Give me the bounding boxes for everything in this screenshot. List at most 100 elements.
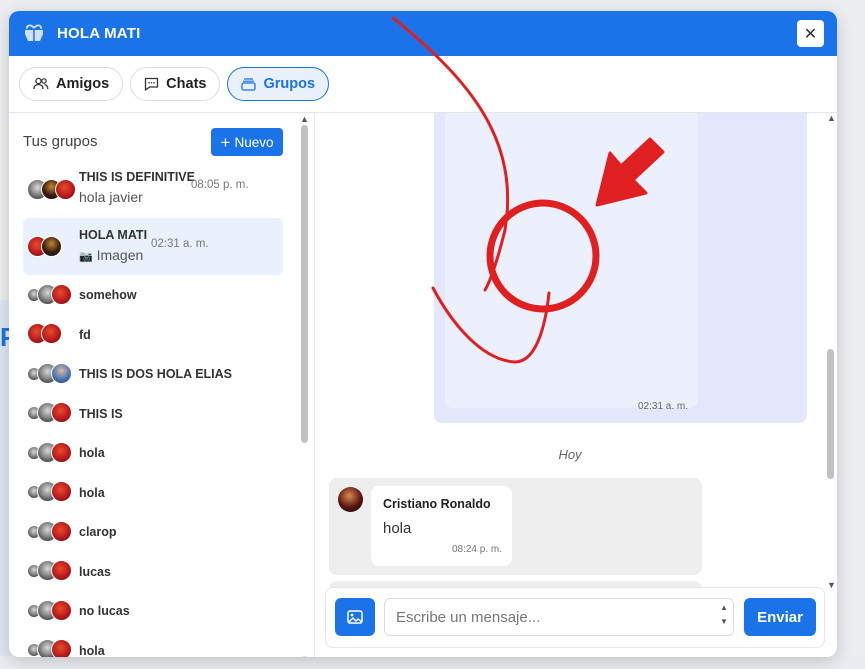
group-name: THIS IS DEFINITIVE [79, 170, 195, 184]
group-last-message: hola javier [79, 189, 143, 205]
group-item[interactable]: hola [23, 473, 283, 513]
group-item-selected[interactable]: HOLA MATI 02:31 a. m. 📷 Imagen [23, 218, 283, 275]
users-icon [33, 77, 49, 90]
group-item[interactable]: hola [23, 631, 283, 658]
group-name: somehow [79, 288, 137, 302]
member-avatar [41, 323, 62, 345]
gift-chat-icon [21, 21, 47, 47]
new-group-button[interactable]: + Nuevo [211, 128, 283, 156]
group-avatars [27, 599, 77, 622]
scroll-up-arrow[interactable]: ▲ [300, 114, 309, 124]
day-separator: Hoy [558, 447, 582, 462]
member-avatar [51, 560, 72, 582]
message-row: Cristiano Ronaldo hola 08:24 p. m. [329, 478, 702, 575]
close-icon: ✕ [803, 25, 818, 43]
message-text: hola [383, 520, 412, 537]
tab-label: Amigos [56, 76, 110, 92]
group-item[interactable]: no lucas [23, 591, 283, 631]
group-time: 02:31 a. m. [151, 238, 209, 250]
message-input[interactable] [384, 598, 734, 636]
group-item[interactable]: THIS IS DOS HOLA ELIAS [23, 354, 283, 394]
member-avatar [51, 362, 72, 384]
member-avatar [51, 481, 72, 503]
group-name: no lucas [79, 604, 130, 618]
group-avatars [27, 639, 77, 657]
group-item[interactable]: clarop [23, 512, 283, 552]
attach-image-button[interactable] [335, 598, 375, 636]
background-page-bottom [0, 656, 865, 669]
group-avatars [27, 481, 77, 503]
chat-panel: 02:31 a. m. Hoy Cristiano Ronaldo hola 0… [315, 113, 837, 657]
message-bubble: Cristiano Ronaldo hola 08:24 p. m. [371, 486, 512, 566]
group-name: hola [79, 643, 105, 658]
camera-icon: 📷 [79, 251, 93, 263]
member-avatar [41, 235, 62, 257]
input-resize-arrows[interactable]: ▲ ▼ [720, 601, 728, 629]
group-name: THIS IS [79, 406, 123, 421]
group-item[interactable]: lucas [23, 552, 283, 592]
group-item[interactable]: somehow [23, 275, 283, 315]
group-name: hola [79, 446, 105, 460]
scroll-down-arrow[interactable]: ▼ [827, 580, 836, 590]
member-avatar [51, 599, 72, 621]
member-avatar [51, 283, 72, 305]
group-avatars [27, 178, 77, 201]
image-attachment[interactable] [445, 113, 698, 408]
group-item[interactable]: THIS IS DEFINITIVE 08:05 p. m. hola javi… [23, 161, 283, 218]
tab-grupos[interactable]: Grupos [227, 67, 330, 101]
group-time: 08:05 p. m. [191, 179, 249, 191]
tab-bar: Amigos Chats Grupos [19, 67, 330, 101]
scroll-up-arrow[interactable]: ▲ [827, 113, 836, 123]
modal-title: HOLA MATI [57, 25, 141, 42]
group-name: lucas [79, 564, 111, 579]
send-button[interactable]: Enviar [744, 598, 816, 636]
message-composer: ▲▼ Enviar [325, 587, 825, 648]
message-time: 08:24 p. m. [451, 544, 502, 555]
group-name: clarop [79, 525, 117, 539]
chat-scrollbar[interactable] [827, 349, 834, 479]
message-author: Cristiano Ronaldo [383, 497, 491, 511]
group-avatars [27, 323, 77, 345]
group-avatars [27, 520, 77, 543]
group-last-message-text: Imagen [96, 247, 144, 263]
group-name: hola [79, 485, 105, 500]
group-last-message: 📷 Imagen [79, 247, 143, 263]
tab-label: Chats [166, 76, 207, 92]
group-item[interactable]: fd [23, 315, 283, 355]
group-item[interactable]: hola [23, 433, 283, 473]
tab-amigos[interactable]: Amigos [19, 67, 124, 101]
group-chat-modal: HOLA MATI ✕ Amigos Chats Grupos Tus grup… [9, 11, 837, 657]
new-group-label: Nuevo [234, 134, 274, 150]
avatar[interactable] [338, 487, 363, 512]
plus-icon: + [220, 132, 231, 152]
group-list: THIS IS DEFINITIVE 08:05 p. m. hola javi… [23, 161, 283, 657]
member-avatar [51, 402, 72, 424]
modal-header: HOLA MATI ✕ [9, 11, 837, 56]
member-avatar [51, 520, 72, 542]
member-avatar [51, 441, 72, 463]
group-avatars [27, 362, 77, 385]
group-avatars [27, 235, 77, 258]
close-button[interactable]: ✕ [797, 20, 824, 47]
group-avatars [27, 283, 77, 306]
message-time: 02:31 a. m. [638, 401, 689, 412]
sidebar-scrollbar[interactable] [301, 125, 308, 443]
group-avatars [27, 402, 77, 424]
message-list: 02:31 a. m. Hoy Cristiano Ronaldo hola 0… [315, 113, 825, 587]
group-name: fd [79, 327, 91, 342]
group-item[interactable]: THIS IS [23, 394, 283, 434]
tab-chats[interactable]: Chats [130, 67, 221, 101]
tab-label: Grupos [263, 76, 316, 92]
group-avatars [27, 560, 77, 582]
groups-sidebar: Tus grupos + Nuevo THIS IS DEFINITIVE 08… [9, 113, 314, 657]
member-avatar [55, 178, 76, 200]
image-icon [347, 610, 363, 624]
chat-bubble-icon [145, 77, 159, 91]
group-avatars [27, 441, 77, 464]
group-name: THIS IS DOS HOLA ELIAS [79, 367, 233, 381]
member-avatar [51, 639, 72, 657]
folder-icon [241, 77, 257, 91]
scroll-down-arrow[interactable]: ▼ [300, 654, 309, 657]
group-name: HOLA MATI [79, 228, 148, 242]
sidebar-title: Tus grupos [23, 133, 98, 150]
